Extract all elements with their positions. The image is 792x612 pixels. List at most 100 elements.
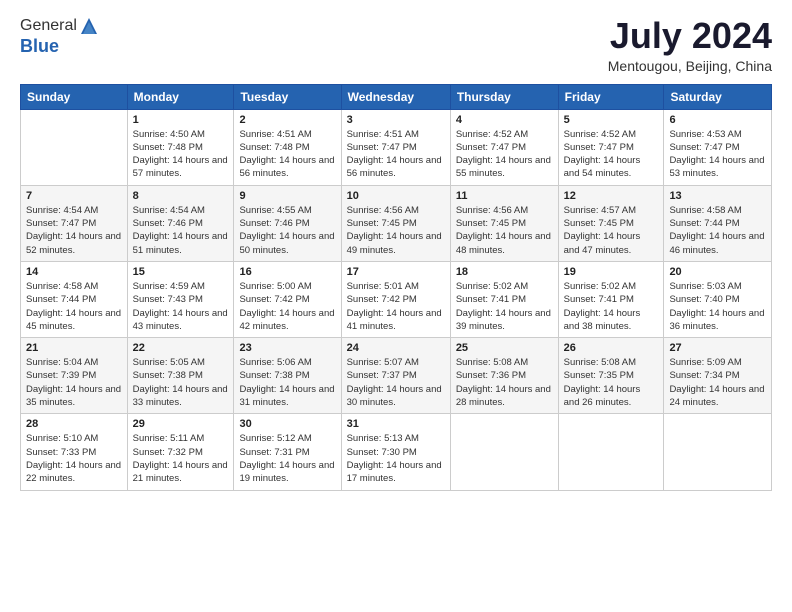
sunrise-text: Sunrise: 5:05 AM — [133, 356, 229, 369]
sunrise-text: Sunrise: 4:54 AM — [26, 204, 122, 217]
day-info: Sunrise: 5:00 AMSunset: 7:42 PMDaylight:… — [239, 280, 335, 333]
sunrise-text: Sunrise: 5:11 AM — [133, 432, 229, 445]
day-info: Sunrise: 4:57 AMSunset: 7:45 PMDaylight:… — [564, 204, 659, 257]
day-number: 29 — [133, 418, 229, 430]
sunrise-text: Sunrise: 4:53 AM — [669, 128, 766, 141]
calendar-cell — [450, 414, 558, 490]
sunset-text: Sunset: 7:32 PM — [133, 446, 229, 459]
daylight-text: Daylight: 14 hours and 50 minutes. — [239, 230, 335, 257]
day-number: 30 — [239, 418, 335, 430]
day-number: 27 — [669, 342, 766, 354]
sunset-text: Sunset: 7:45 PM — [347, 217, 445, 230]
sunset-text: Sunset: 7:46 PM — [239, 217, 335, 230]
daylight-text: Daylight: 14 hours and 49 minutes. — [347, 230, 445, 257]
sunset-text: Sunset: 7:40 PM — [669, 293, 766, 306]
col-sunday: Sunday — [21, 84, 128, 109]
calendar-cell: 30Sunrise: 5:12 AMSunset: 7:31 PMDayligh… — [234, 414, 341, 490]
day-number: 12 — [564, 190, 659, 202]
day-info: Sunrise: 4:54 AMSunset: 7:46 PMDaylight:… — [133, 204, 229, 257]
sunrise-text: Sunrise: 4:58 AM — [26, 280, 122, 293]
calendar-cell: 7 Sunrise: 4:54 AMSunset: 7:47 PMDaylight… — [21, 185, 128, 261]
day-info: Sunrise: 4:55 AMSunset: 7:46 PMDaylight:… — [239, 204, 335, 257]
day-number: 5 — [564, 114, 659, 126]
day-number: 20 — [669, 266, 766, 278]
day-number: 14 — [26, 266, 122, 278]
day-number: 7 — [26, 190, 122, 202]
sunset-text: Sunset: 7:48 PM — [133, 141, 229, 154]
sunset-text: Sunset: 7:37 PM — [347, 369, 445, 382]
calendar-cell: 19Sunrise: 5:02 AMSunset: 7:41 PMDayligh… — [558, 261, 664, 337]
day-info: Sunrise: 5:01 AMSunset: 7:42 PMDaylight:… — [347, 280, 445, 333]
day-info: Sunrise: 5:08 AMSunset: 7:35 PMDaylight:… — [564, 356, 659, 409]
sunrise-text: Sunrise: 4:56 AM — [456, 204, 553, 217]
calendar-cell — [558, 414, 664, 490]
daylight-text: Daylight: 14 hours and 21 minutes. — [133, 459, 229, 486]
day-number: 4 — [456, 114, 553, 126]
sunrise-text: Sunrise: 5:04 AM — [26, 356, 122, 369]
sunrise-text: Sunrise: 4:52 AM — [564, 128, 659, 141]
calendar-cell: 3Sunrise: 4:51 AMSunset: 7:47 PMDaylight… — [341, 109, 450, 185]
sunrise-text: Sunrise: 4:52 AM — [456, 128, 553, 141]
sunrise-text: Sunrise: 5:06 AM — [239, 356, 335, 369]
sunset-text: Sunset: 7:48 PM — [239, 141, 335, 154]
calendar-cell: 5Sunrise: 4:52 AMSunset: 7:47 PMDaylight… — [558, 109, 664, 185]
day-number: 26 — [564, 342, 659, 354]
sunset-text: Sunset: 7:47 PM — [26, 217, 122, 230]
day-number: 28 — [26, 418, 122, 430]
sunrise-text: Sunrise: 5:03 AM — [669, 280, 766, 293]
sunset-text: Sunset: 7:45 PM — [456, 217, 553, 230]
day-number: 10 — [347, 190, 445, 202]
daylight-text: Daylight: 14 hours and 53 minutes. — [669, 154, 766, 181]
calendar-cell: 8Sunrise: 4:54 AMSunset: 7:46 PMDaylight… — [127, 185, 234, 261]
daylight-text: Daylight: 14 hours and 55 minutes. — [456, 154, 553, 181]
sunrise-text: Sunrise: 4:55 AM — [239, 204, 335, 217]
daylight-text: Daylight: 14 hours and 57 minutes. — [133, 154, 229, 181]
day-info: Sunrise: 4:51 AMSunset: 7:47 PMDaylight:… — [347, 128, 445, 181]
day-number: 17 — [347, 266, 445, 278]
calendar-cell: 15Sunrise: 4:59 AMSunset: 7:43 PMDayligh… — [127, 261, 234, 337]
sunset-text: Sunset: 7:45 PM — [564, 217, 659, 230]
logo-icon — [79, 16, 99, 36]
daylight-text: Daylight: 14 hours and 19 minutes. — [239, 459, 335, 486]
daylight-text: Daylight: 14 hours and 17 minutes. — [347, 459, 445, 486]
sunset-text: Sunset: 7:33 PM — [26, 446, 122, 459]
daylight-text: Daylight: 14 hours and 47 minutes. — [564, 230, 659, 257]
day-number: 13 — [669, 190, 766, 202]
sunrise-text: Sunrise: 4:51 AM — [347, 128, 445, 141]
day-info: Sunrise: 4:52 AMSunset: 7:47 PMDaylight:… — [456, 128, 553, 181]
day-info: Sunrise: 5:10 AMSunset: 7:33 PMDaylight:… — [26, 432, 122, 485]
daylight-text: Daylight: 14 hours and 48 minutes. — [456, 230, 553, 257]
daylight-text: Daylight: 14 hours and 35 minutes. — [26, 383, 122, 410]
daylight-text: Daylight: 14 hours and 30 minutes. — [347, 383, 445, 410]
daylight-text: Daylight: 14 hours and 54 minutes. — [564, 154, 659, 181]
sunset-text: Sunset: 7:41 PM — [564, 293, 659, 306]
day-info: Sunrise: 5:09 AMSunset: 7:34 PMDaylight:… — [669, 356, 766, 409]
calendar-week-5: 28 Sunrise: 5:10 AMSunset: 7:33 PMDayligh… — [21, 414, 772, 490]
sunrise-text: Sunrise: 4:57 AM — [564, 204, 659, 217]
sunrise-text: Sunrise: 5:08 AM — [456, 356, 553, 369]
day-info: Sunrise: 5:02 AMSunset: 7:41 PMDaylight:… — [456, 280, 553, 333]
daylight-text: Daylight: 14 hours and 41 minutes. — [347, 307, 445, 334]
daylight-text: Daylight: 14 hours and 26 minutes. — [564, 383, 659, 410]
calendar-cell: 23Sunrise: 5:06 AMSunset: 7:38 PMDayligh… — [234, 338, 341, 414]
day-number: 11 — [456, 190, 553, 202]
daylight-text: Daylight: 14 hours and 38 minutes. — [564, 307, 659, 334]
day-number: 9 — [239, 190, 335, 202]
calendar-cell: 1Sunrise: 4:50 AMSunset: 7:48 PMDaylight… — [127, 109, 234, 185]
sunset-text: Sunset: 7:41 PM — [456, 293, 553, 306]
sunset-text: Sunset: 7:44 PM — [26, 293, 122, 306]
sunset-text: Sunset: 7:38 PM — [239, 369, 335, 382]
daylight-text: Daylight: 14 hours and 22 minutes. — [26, 459, 122, 486]
day-number: 31 — [347, 418, 445, 430]
sunset-text: Sunset: 7:43 PM — [133, 293, 229, 306]
calendar-week-4: 21Sunrise: 5:04 AMSunset: 7:39 PMDayligh… — [21, 338, 772, 414]
location: Mentougou, Beijing, China — [608, 58, 772, 74]
daylight-text: Daylight: 14 hours and 46 minutes. — [669, 230, 766, 257]
sunrise-text: Sunrise: 4:54 AM — [133, 204, 229, 217]
calendar-cell: 27 Sunrise: 5:09 AMSunset: 7:34 PMDayligh… — [664, 338, 772, 414]
day-info: Sunrise: 4:54 AMSunset: 7:47 PMDaylight:… — [26, 204, 122, 257]
sunrise-text: Sunrise: 5:02 AM — [564, 280, 659, 293]
calendar-cell: 18Sunrise: 5:02 AMSunset: 7:41 PMDayligh… — [450, 261, 558, 337]
sunrise-text: Sunrise: 5:00 AM — [239, 280, 335, 293]
day-info: Sunrise: 5:04 AMSunset: 7:39 PMDaylight:… — [26, 356, 122, 409]
